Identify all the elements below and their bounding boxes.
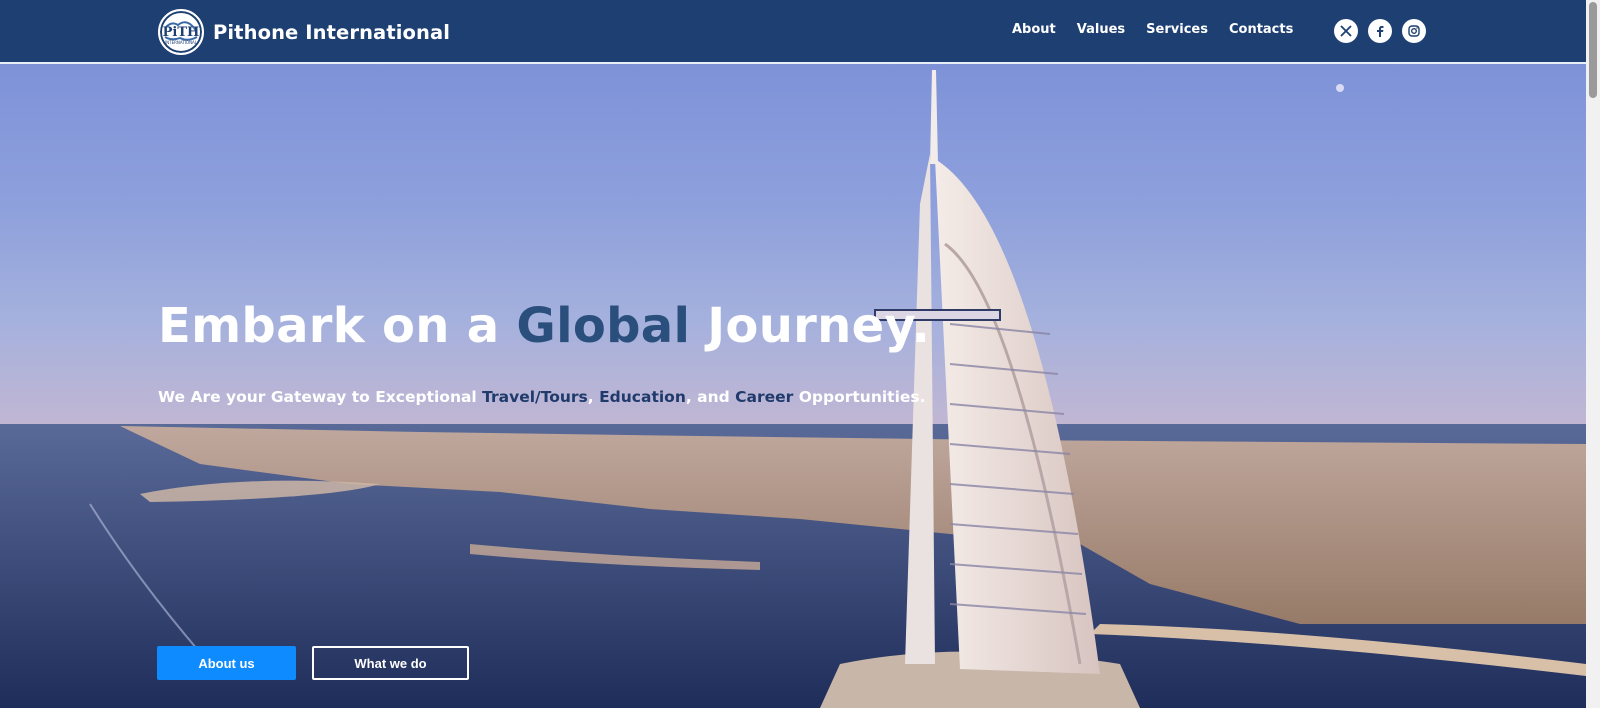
what-we-do-button[interactable]: What we do xyxy=(312,646,469,680)
x-icon[interactable] xyxy=(1334,19,1358,43)
nav-services[interactable]: Services xyxy=(1146,22,1208,37)
site-header: PiTH INTERNATIONAL Pithone International… xyxy=(0,0,1586,64)
nav-contacts[interactable]: Contacts xyxy=(1229,22,1293,37)
scrollbar[interactable] xyxy=(1586,0,1600,708)
hero-subtitle-travel: Travel/Tours xyxy=(482,388,588,406)
main-nav: About Values Services Contacts xyxy=(1012,22,1314,37)
hero-title-part2: Journey. xyxy=(690,298,931,354)
about-us-button[interactable]: About us xyxy=(157,646,296,680)
hero-subtitle-education: Education xyxy=(599,388,686,406)
hero-subtitle-part1: We Are your Gateway to Exceptional xyxy=(158,388,483,406)
svg-text:PiTH: PiTH xyxy=(163,25,200,40)
instagram-icon[interactable] xyxy=(1402,19,1426,43)
page: PiTH INTERNATIONAL Pithone International… xyxy=(0,0,1600,708)
brand[interactable]: PiTH INTERNATIONAL Pithone International xyxy=(158,9,450,55)
hero-background-image xyxy=(0,70,1586,708)
hero-subtitle-sep2: , and xyxy=(685,388,736,406)
facebook-icon[interactable] xyxy=(1368,19,1392,43)
hero-subtitle-career: Career xyxy=(735,388,794,406)
hero-section: Embark on a Global Journey. We Are your … xyxy=(0,64,1586,708)
hero-subtitle-sep1: , xyxy=(587,388,600,406)
svg-text:INTERNATIONAL: INTERNATIONAL xyxy=(165,40,198,45)
social-links xyxy=(1334,19,1426,43)
hero-subtitle: We Are your Gateway to Exceptional Trave… xyxy=(158,388,926,406)
logo[interactable]: PiTH INTERNATIONAL xyxy=(158,9,204,55)
scrollbar-thumb[interactable] xyxy=(1589,2,1597,98)
nav-values[interactable]: Values xyxy=(1077,22,1125,37)
hero-subtitle-part2: Opportunities. xyxy=(793,388,926,406)
hero-title: Embark on a Global Journey. xyxy=(158,298,930,354)
nav-about[interactable]: About xyxy=(1012,22,1056,37)
hero-title-highlight: Global xyxy=(516,298,691,354)
brand-name: Pithone International xyxy=(213,20,451,44)
hero-title-part1: Embark on a xyxy=(158,298,517,354)
